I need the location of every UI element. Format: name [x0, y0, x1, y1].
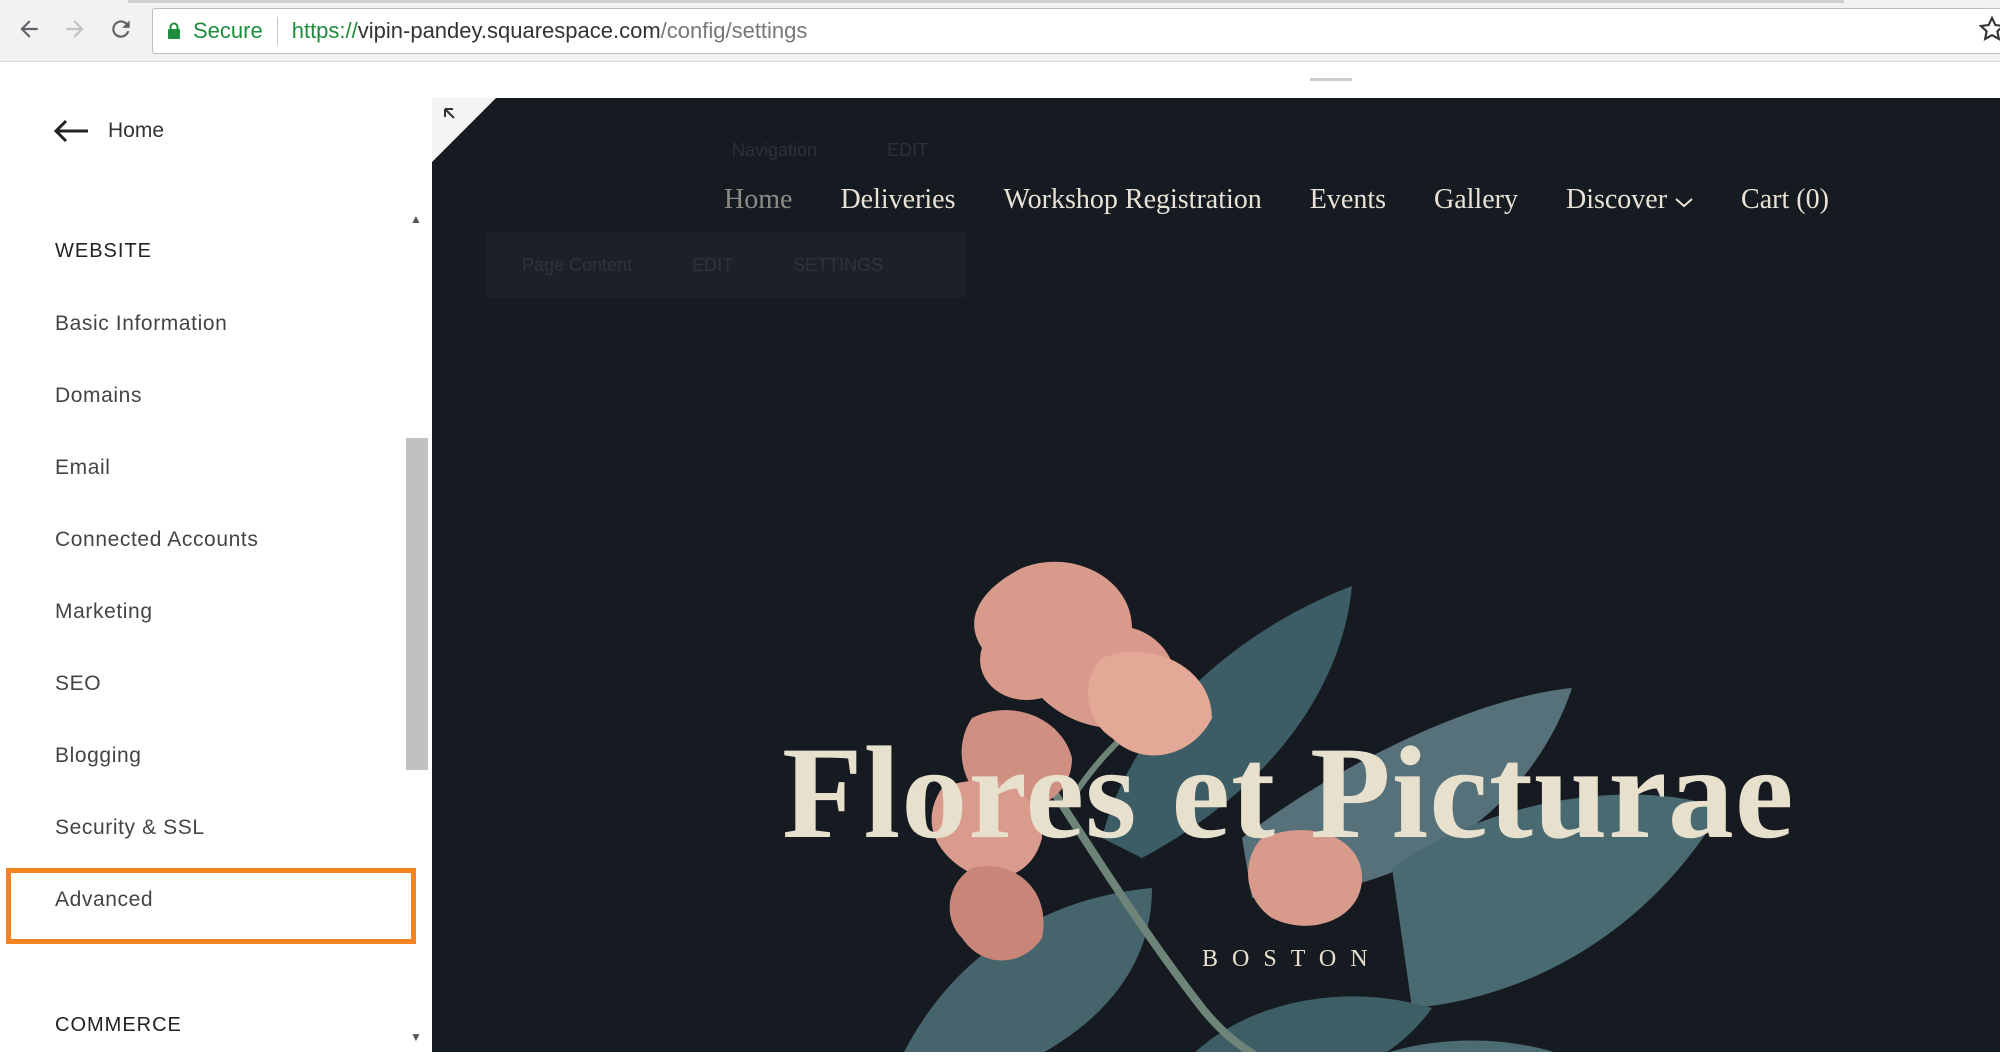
- sidebar-item-connected-accounts[interactable]: Connected Accounts: [55, 528, 258, 552]
- sidebar-item-security-ssl[interactable]: Security & SSL: [55, 816, 205, 840]
- reload-icon: [112, 20, 130, 38]
- arrow-right-icon: [66, 20, 84, 38]
- settings-sidebar: Home WEBSITE Basic Information Domains E…: [0, 62, 428, 1064]
- url-protocol: https://: [291, 18, 358, 43]
- omnibox-divider: [276, 17, 278, 45]
- nav-link-events[interactable]: Events: [1310, 184, 1386, 216]
- section-heading-website: WEBSITE: [55, 240, 153, 262]
- secure-label: Secure: [193, 18, 263, 43]
- reload-button[interactable]: [104, 12, 138, 46]
- sidebar-item-blogging[interactable]: Blogging: [55, 744, 142, 768]
- browser-toolbar: Secure https://vipin-pandey.squarespace.…: [0, 0, 2000, 62]
- site-navigation: Home Deliveries Workshop Registration Ev…: [724, 184, 1877, 216]
- navigation-edit-overlay[interactable]: Navigation EDIT: [732, 140, 928, 161]
- arrow-left-icon: [20, 20, 38, 38]
- page-content-edit-overlay[interactable]: Page Content EDIT SETTINGS: [486, 232, 966, 298]
- sidebar-item-seo[interactable]: SEO: [55, 672, 101, 696]
- sidebar-item-email[interactable]: Email: [55, 456, 111, 480]
- nav-link-workshop-registration[interactable]: Workshop Registration: [1004, 184, 1262, 216]
- section-heading-commerce: COMMERCE: [55, 1014, 182, 1036]
- nav-link-discover[interactable]: Discover: [1566, 184, 1693, 216]
- url-host: vipin-pandey.squarespace.com: [357, 18, 661, 43]
- nav-link-cart[interactable]: Cart (0): [1741, 184, 1829, 216]
- address-bar[interactable]: Secure https://vipin-pandey.squarespace.…: [152, 8, 2000, 54]
- chevron-down-icon: [1675, 198, 1693, 208]
- arrow-left-icon: [53, 119, 88, 143]
- forward-button[interactable]: [58, 12, 92, 46]
- ghost-nav-label: Navigation: [732, 140, 818, 160]
- back-label: Home: [108, 119, 165, 142]
- bookmark-star-icon[interactable]: [1978, 15, 2000, 43]
- scroll-down-arrow-icon[interactable]: ▼: [410, 1030, 422, 1044]
- hero-subtitle: BOSTON: [1202, 946, 1382, 972]
- ghost-content-settings[interactable]: SETTINGS: [793, 255, 883, 276]
- preview-drag-handle[interactable]: [1310, 78, 1352, 81]
- ghost-nav-edit[interactable]: EDIT: [887, 140, 928, 161]
- ghost-content-edit[interactable]: EDIT: [692, 255, 733, 276]
- nav-link-gallery[interactable]: Gallery: [1434, 184, 1518, 216]
- url-path: /config/settings: [660, 18, 808, 43]
- ghost-content-label: Page Content: [522, 254, 633, 275]
- tab-strip-edge: [128, 0, 1844, 3]
- site-preview: Navigation EDIT Page Content EDIT SETTIN…: [432, 98, 2000, 1052]
- sidebar-scroll-thumb[interactable]: [406, 438, 428, 770]
- nav-link-deliveries[interactable]: Deliveries: [840, 184, 955, 216]
- scroll-up-arrow-icon[interactable]: ▲: [410, 212, 422, 226]
- sidebar-item-marketing[interactable]: Marketing: [55, 600, 153, 624]
- sidebar-item-basic-information[interactable]: Basic Information: [55, 312, 227, 336]
- lock-icon: [168, 22, 180, 39]
- back-to-home-link[interactable]: Home: [52, 118, 164, 144]
- nav-link-discover-label: Discover: [1565, 184, 1668, 215]
- url-text[interactable]: https://vipin-pandey.squarespace.com/con…: [292, 18, 808, 44]
- sidebar-item-domains[interactable]: Domains: [55, 384, 142, 408]
- nav-link-home[interactable]: Home: [724, 184, 792, 216]
- back-button[interactable]: [12, 12, 46, 46]
- hero-title: Flores et Picturae: [782, 719, 1795, 866]
- sidebar-item-advanced[interactable]: Advanced: [55, 888, 153, 912]
- expand-arrow-icon[interactable]: [442, 106, 460, 124]
